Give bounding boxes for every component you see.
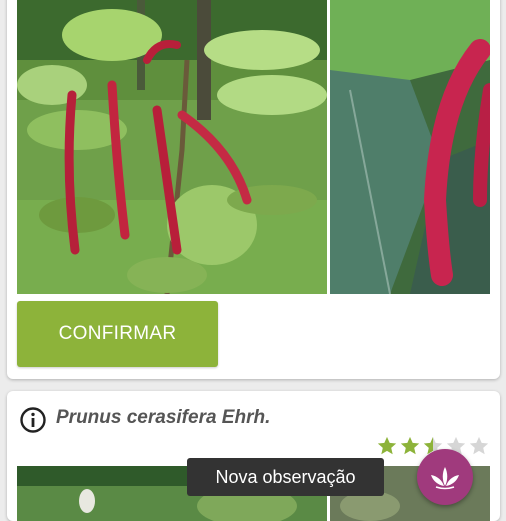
red-catkin-plant-photo[interactable] bbox=[17, 0, 327, 294]
identification-result-card: CONFIRMAR bbox=[7, 0, 500, 379]
plant-photo-image bbox=[17, 0, 327, 294]
closeup-photo-image bbox=[330, 0, 490, 294]
new-observation-fab[interactable] bbox=[417, 449, 473, 505]
red-catkin-closeup-photo[interactable] bbox=[330, 0, 490, 294]
star-filled-icon bbox=[400, 436, 420, 455]
leaf-icon bbox=[431, 467, 459, 490]
star-filled-icon bbox=[377, 436, 397, 455]
toast-message: Nova observação bbox=[187, 458, 384, 496]
species-name[interactable]: Prunus cerasifera Ehrh. bbox=[56, 407, 270, 429]
star-empty-icon bbox=[469, 436, 489, 455]
confirm-button[interactable]: CONFIRMAR bbox=[17, 301, 218, 367]
info-icon[interactable] bbox=[19, 406, 47, 434]
